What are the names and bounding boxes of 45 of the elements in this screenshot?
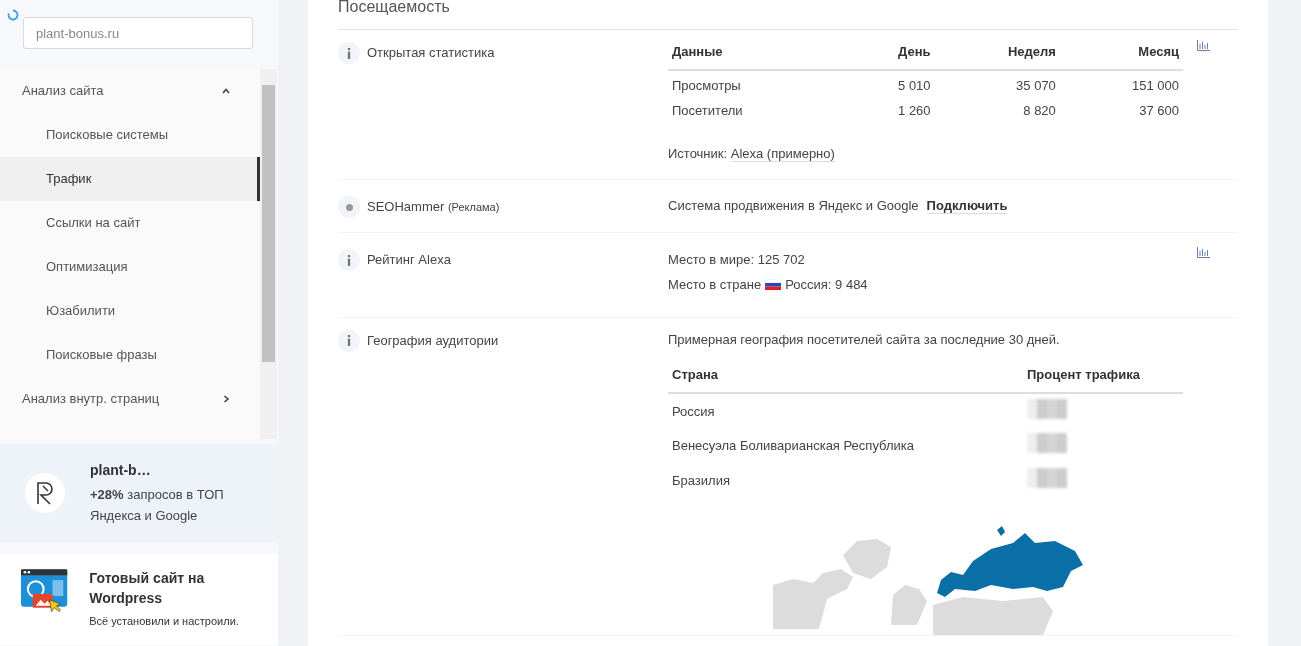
table-cell-text: 37 600	[1138, 102, 1180, 120]
country-rank: Россия: 9 484	[785, 276, 868, 294]
nav-subitem[interactable]: Юзабилити	[0, 289, 260, 333]
nav-subitem[interactable]: Поисковые системы	[0, 113, 260, 157]
table-cell-text: Посетители	[671, 102, 744, 120]
table-cell: 5 010	[843, 69, 935, 98]
row-label: География аудитории	[367, 331, 499, 350]
connect-link[interactable]: Подключить	[926, 198, 1008, 214]
source-link[interactable]: Alexa (примерно)	[730, 145, 835, 162]
nav-subitem[interactable]: Ссылки на сайт	[0, 201, 260, 245]
column-header: День	[843, 42, 935, 70]
country-label: Место в стране	[668, 276, 762, 294]
world-rank: Место в мире: 125 702	[668, 251, 806, 269]
table-cell: 35 070	[934, 69, 1060, 98]
table-cell-text: Бразилия	[671, 471, 731, 490]
column-header: Данные	[668, 42, 844, 70]
table-cell: Просмотры	[668, 69, 844, 98]
section-title: Посещаемость	[338, 0, 1238, 30]
nav-subitem[interactable]: Поисковые фразы	[0, 333, 260, 377]
column-header: Месяц	[1059, 42, 1183, 70]
column-header: Процент трафика	[1023, 365, 1183, 393]
table-cell-text: Венесуэла Боливарианская Республика	[671, 437, 915, 455]
table-cell: 151 000	[1059, 69, 1183, 98]
ad-description: Система продвижения в Яндекс и Google	[668, 198, 919, 213]
ad-card[interactable]: Готовый сайт на Wordpress Всё установили и настроили.	[0, 554, 278, 645]
row-label: Открытая статистика	[367, 44, 495, 62]
column-header: Страна	[668, 365, 1023, 393]
search-field[interactable]: plant-bonus.ru	[23, 17, 253, 49]
nav-subitem[interactable]: Оптимизация	[0, 245, 260, 289]
row-label: Рейтинг Alexa	[367, 251, 451, 269]
row-label: SEOHammer (Реклама)	[367, 198, 500, 216]
geo-description: Примерная география посетителей сайта за последние 30 дней.	[668, 330, 1061, 349]
ad-text: Всё установили и настроили.	[89, 613, 240, 629]
column-header: Неделя	[934, 42, 1060, 70]
nav-subitem[interactable]: Трафик	[0, 157, 260, 201]
promo-text: +28% запросов в ТОП Яндекса и Google	[90, 486, 225, 525]
nav-item[interactable]: Анализ сайта	[0, 69, 260, 113]
ad-title: Готовый сайт на Wordpress	[89, 569, 206, 609]
nav-item[interactable]: Анализ внутр. страниц	[0, 377, 260, 421]
table-cell-text: 1 260	[897, 102, 932, 120]
source-label: Источник:	[668, 145, 728, 161]
table-cell-text: 8 820	[1022, 102, 1057, 120]
table-cell: Россия	[668, 392, 1023, 428]
promo-title: plant-b…	[90, 461, 152, 481]
promo-card[interactable]: plant-b… +28% запросов в ТОП Яндекса и Google	[0, 444, 278, 542]
